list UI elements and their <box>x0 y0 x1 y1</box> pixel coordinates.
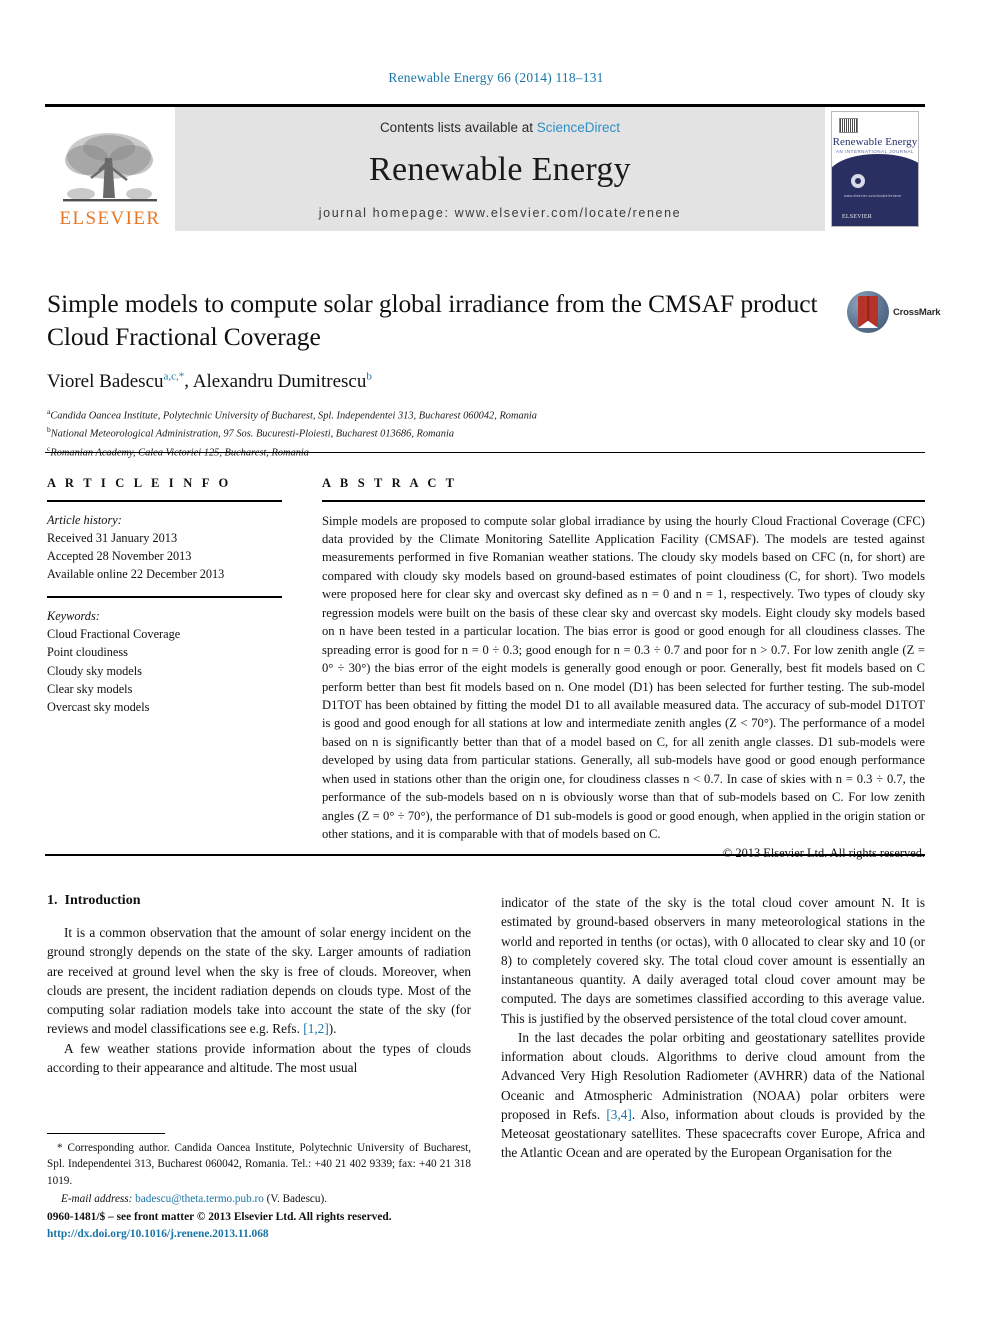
body-column-right: indicator of the state of the sky is the… <box>501 893 925 1163</box>
intro-paragraph-2: A few weather stations provide informati… <box>47 1040 471 1075</box>
author-2-affil-marks: b <box>366 370 372 383</box>
body-column-left: 1. Introduction It is a common observatio… <box>47 893 471 1077</box>
article-history-label: Article history: <box>47 512 122 527</box>
keywords-label: Keywords: <box>47 608 100 623</box>
abstract-text: Simple models are proposed to compute so… <box>322 513 925 842</box>
contents-available-line: Contents lists available at ScienceDirec… <box>380 120 620 135</box>
email-attribution: (V. Badescu). <box>266 1192 328 1205</box>
author-1-affil-marks: a,c,* <box>163 370 185 383</box>
keyword-item: Overcast sky models <box>47 699 150 714</box>
affiliation-b-text: National Meteorological Administration, … <box>50 428 455 440</box>
keywords-rule <box>47 596 282 598</box>
journal-banner: ELSEVIER Contents lists available at Sci… <box>45 104 925 232</box>
section-number: 1. <box>47 893 58 908</box>
email-label: E-mail address: <box>61 1192 133 1205</box>
author-list: Viorel Badescua,c,*, Alexandru Dumitresc… <box>47 370 837 392</box>
abstract-rule <box>322 500 925 502</box>
crossmark-badge[interactable]: CrossMark <box>847 286 941 338</box>
history-accepted: Accepted 28 November 2013 <box>47 548 192 563</box>
cover-journal-title: Renewable Energy <box>832 136 918 148</box>
affiliation-list: aCandida Oancea Institute, Polytechnic U… <box>47 406 837 463</box>
intro-paragraph-1-text: It is a common observation that the amou… <box>47 925 471 1037</box>
reference-link-1-2[interactable]: [1,2] <box>303 1021 328 1036</box>
cover-publisher: ELSEVIER <box>842 214 872 220</box>
article-info-rule <box>47 500 282 502</box>
reference-link-3-4[interactable]: [3,4] <box>606 1107 631 1122</box>
author-1: Viorel Badescua,c,* <box>47 370 185 392</box>
intro-paragraph-1: It is a common observation that the amou… <box>47 923 471 1039</box>
journal-homepage-line[interactable]: journal homepage: www.elsevier.com/locat… <box>175 206 825 220</box>
sciencedirect-link[interactable]: ScienceDirect <box>537 120 620 135</box>
abstract-column: A B S T R A C T Simple models are propos… <box>322 476 925 861</box>
abstract-bottom-rule <box>45 854 925 856</box>
keyword-item: Cloudy sky models <box>47 663 142 678</box>
keyword-item: Point cloudiness <box>47 645 128 660</box>
history-available-online: Available online 22 December 2013 <box>47 567 225 582</box>
banner-center: Contents lists available at ScienceDirec… <box>175 107 825 231</box>
keyword-item: Cloud Fractional Coverage <box>47 627 181 642</box>
corresponding-author-footnote: * Corresponding author. Candida Oancea I… <box>47 1133 471 1205</box>
elsevier-logo: ELSEVIER <box>45 107 175 231</box>
email-link[interactable]: badescu@theta.termo.pub.ro <box>135 1193 264 1205</box>
intro-paragraph-1-tail: ). <box>328 1021 337 1037</box>
cover-publisher-name: ELSEVIER <box>842 214 872 220</box>
journal-cover-thumbnail: Renewable Energy AN INTERNATIONAL JOURNA… <box>825 107 925 231</box>
article-first-page: Renewable Energy 66 (2014) 118–131 ELSEV… <box>0 0 992 1323</box>
contents-prefix: Contents lists available at <box>379 120 537 135</box>
running-head: Renewable Energy 66 (2014) 118–131 <box>388 70 604 85</box>
keyword-item: Clear sky models <box>47 681 133 696</box>
imprint-block: 0960-1481/$ – see front matter © 2013 El… <box>47 1209 547 1243</box>
abstract-heading: A B S T R A C T <box>322 476 458 490</box>
section-title: Introduction <box>64 893 141 908</box>
author-2: Alexandru Dumitrescub <box>192 370 372 392</box>
section-heading-introduction: 1. Introduction <box>47 893 471 909</box>
doi-link[interactable]: http://dx.doi.org/10.1016/j.renene.2013.… <box>47 1226 547 1243</box>
page-title: Simple models to compute solar global ir… <box>47 289 818 351</box>
keyword-list: Keywords: Cloud Fractional Coverage Poin… <box>47 607 282 716</box>
footnote-rule <box>47 1133 165 1135</box>
affiliation-a: aCandida Oancea Institute, Polytechnic U… <box>47 406 837 425</box>
intro-paragraph-3: indicator of the state of the sky is the… <box>501 895 925 1026</box>
author-separator: , <box>184 370 193 392</box>
article-history: Article history: Received 31 January 201… <box>47 511 282 584</box>
affiliation-b: bNational Meteorological Administration,… <box>47 424 837 443</box>
cover-org-text: www.elsevier.com/locate/renene <box>844 194 902 198</box>
affiliation-a-text: Candida Oancea Institute, Polytechnic Un… <box>50 410 537 422</box>
elsevier-tree-logo <box>57 130 163 208</box>
intro-paragraph-4: In the last decades the polar orbiting a… <box>501 1028 925 1163</box>
article-info-column: A R T I C L E I N F O Article history: R… <box>47 476 282 716</box>
footnote-email-line: E-mail address: badescu@theta.termo.pub.… <box>47 1193 471 1205</box>
crossmark-label: CrossMark <box>893 306 941 318</box>
article-info-heading: A R T I C L E I N F O <box>47 476 232 490</box>
affiliation-c-text: Romanian Academy, Calea Victoriei 125, B… <box>50 447 310 459</box>
cover-emblem-icon <box>851 174 865 188</box>
elsevier-wordmark: ELSEVIER <box>59 208 161 229</box>
history-received: Received 31 January 2013 <box>47 530 178 545</box>
front-matter-line: 0960-1481/$ – see front matter © 2013 El… <box>47 1211 392 1223</box>
title-block: Simple models to compute solar global ir… <box>47 288 837 462</box>
crossmark-icon <box>847 291 889 333</box>
info-section-top-rule <box>45 452 925 453</box>
footnote-text: * Corresponding author. Candida Oancea I… <box>47 1142 471 1187</box>
journal-title: Renewable Energy <box>369 151 631 188</box>
barcode-icon <box>839 118 858 133</box>
